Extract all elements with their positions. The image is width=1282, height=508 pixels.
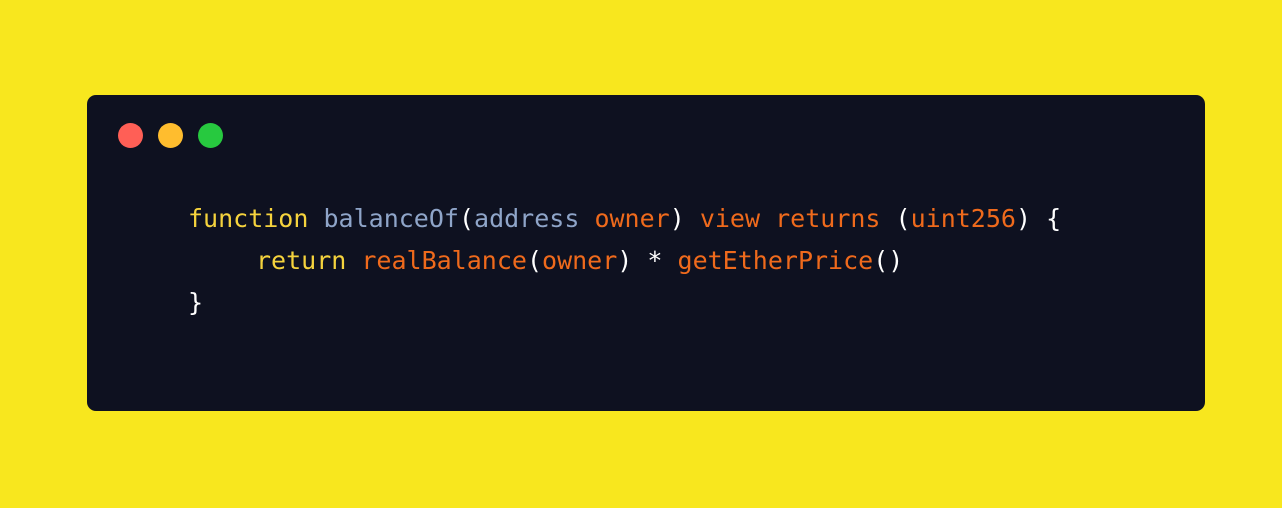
maximize-dot-icon[interactable] [198,123,223,148]
code-line-1: function balanceOf(address owner) view r… [188,198,1061,240]
brace-close: } [188,288,204,317]
keyword-view: view [699,204,761,233]
call-get-ether-price: getEtherPrice [677,246,874,275]
arg-owner: owner [542,246,618,275]
close-dot-icon[interactable] [118,123,143,148]
keyword-returns: returns [775,204,881,233]
keyword-return: return [256,246,347,275]
paren-open: ( [526,246,543,275]
paren-close: ) [669,204,685,233]
code-line-3: } [188,282,1061,324]
type-address: address [474,204,580,233]
type-uint256: uint256 [910,204,1016,233]
paren-open-returns: ( [895,204,911,233]
code-window: function balanceOf(address owner) view r… [87,95,1205,411]
parens-empty: () [873,246,904,275]
function-name: balanceOf [323,204,459,233]
keyword-function: function [188,204,309,233]
code-line-2: return realBalance(owner) * getEtherPric… [188,240,1061,282]
operator-multiply: * [647,246,663,275]
window-controls [118,123,223,148]
paren-close: ) [617,246,633,275]
brace-open: { [1046,204,1062,233]
code-block: function balanceOf(address owner) view r… [188,198,1061,324]
param-owner: owner [594,204,670,233]
paren-close-returns: ) [1015,204,1032,233]
call-real-balance: realBalance [361,246,527,275]
paren-open: ( [458,204,475,233]
minimize-dot-icon[interactable] [158,123,183,148]
